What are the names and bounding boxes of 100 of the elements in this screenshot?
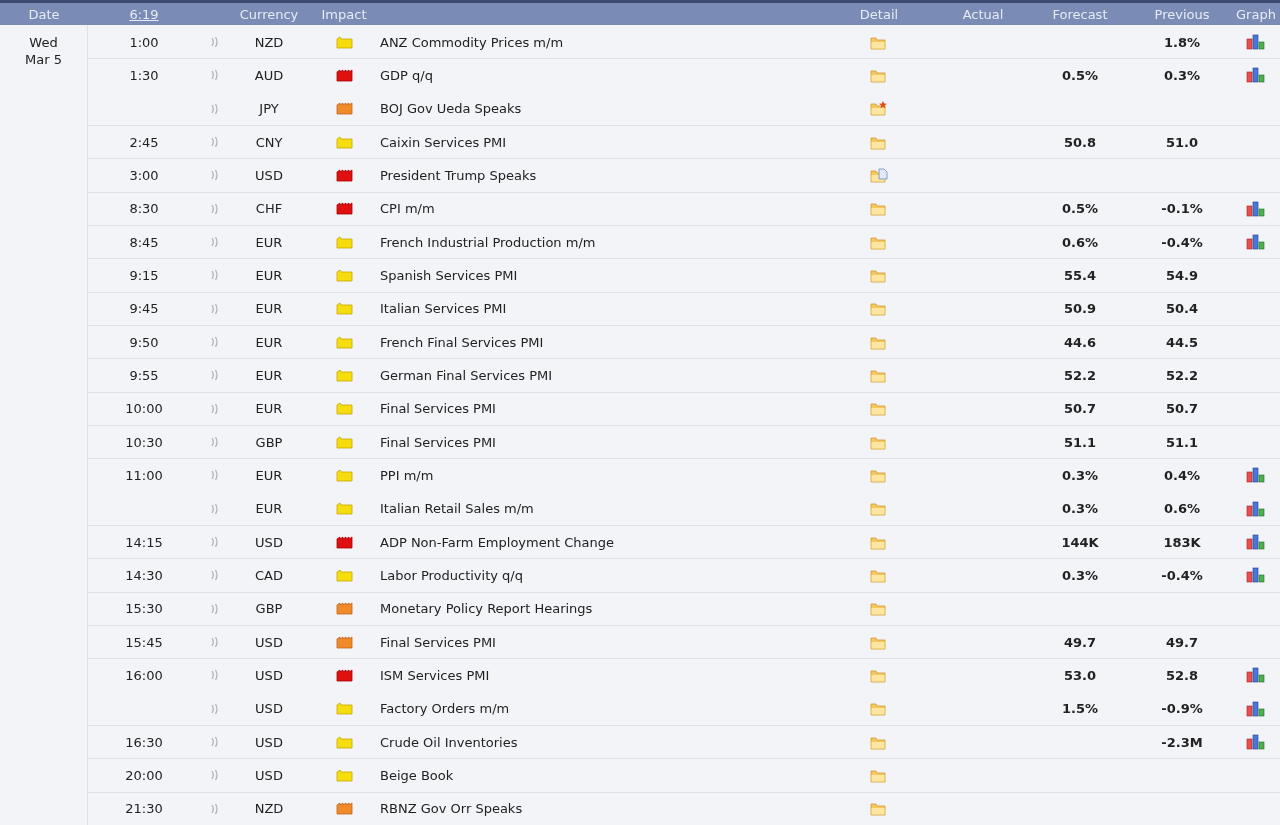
sound-icon[interactable]: [211, 169, 219, 182]
folder-icon[interactable]: [870, 801, 888, 817]
bar-chart-icon[interactable]: [1246, 200, 1266, 217]
folder-icon[interactable]: [870, 234, 888, 250]
event-cell[interactable]: RBNZ Gov Orr Speaks: [380, 801, 523, 817]
bar-chart-icon[interactable]: [1246, 667, 1266, 684]
event-cell[interactable]: BOJ Gov Ueda Speaks: [380, 101, 522, 117]
previous-cell: 51.0: [1165, 134, 1199, 150]
event-cell[interactable]: Spanish Services PMI: [380, 267, 518, 283]
column-header: Currency: [238, 6, 300, 22]
folder-icon[interactable]: [870, 134, 888, 150]
bar-chart-icon[interactable]: [1246, 467, 1266, 484]
sound-icon[interactable]: [211, 502, 219, 515]
folder-icon[interactable]: [870, 601, 888, 617]
sound-icon[interactable]: [211, 569, 219, 582]
folder-icon[interactable]: [870, 401, 888, 417]
event-cell[interactable]: Final Services PMI: [380, 401, 496, 417]
sound-icon[interactable]: [211, 636, 219, 649]
folder-icon[interactable]: [870, 701, 888, 717]
bar-chart-icon[interactable]: [1246, 700, 1266, 717]
event-cell[interactable]: Labor Productivity q/q: [380, 567, 523, 583]
folder-icon[interactable]: [870, 367, 888, 383]
time-cell: 11:00: [125, 467, 163, 483]
event-cell[interactable]: ANZ Commodity Prices m/m: [380, 34, 564, 50]
sound-icon[interactable]: [211, 102, 219, 115]
sound-icon[interactable]: [211, 802, 219, 815]
previous-cell: -2.3M: [1161, 734, 1203, 750]
folder-icon[interactable]: [870, 467, 888, 483]
sound-icon[interactable]: [211, 736, 219, 749]
event-cell[interactable]: PPI m/m: [380, 467, 434, 483]
folder-document-icon[interactable]: [870, 167, 888, 183]
event-cell[interactable]: Crude Oil Inventories: [380, 734, 518, 750]
bar-chart-icon[interactable]: [1246, 34, 1266, 51]
column-header: Detail: [858, 6, 900, 22]
sound-icon[interactable]: [211, 136, 219, 149]
time-cell: 10:00: [125, 401, 163, 417]
event-cell[interactable]: Factory Orders m/m: [380, 701, 510, 717]
currency-cell: USD: [255, 667, 283, 683]
folder-icon[interactable]: [870, 267, 888, 283]
currency-cell: AUD: [254, 68, 284, 83]
time-cell: 10:30: [125, 434, 163, 450]
bar-chart-icon[interactable]: [1246, 734, 1266, 751]
sound-icon[interactable]: [211, 69, 219, 82]
folder-icon[interactable]: [870, 501, 888, 517]
sound-icon[interactable]: [211, 36, 219, 49]
event-cell[interactable]: GDP q/q: [380, 68, 433, 83]
folder-icon[interactable]: [870, 34, 888, 50]
folder-icon[interactable]: [870, 734, 888, 750]
sound-icon[interactable]: [211, 236, 219, 249]
time-cell: 14:15: [125, 534, 163, 550]
currency-cell: GBP: [255, 601, 283, 617]
event-cell[interactable]: President Trump Speaks: [380, 167, 537, 183]
sound-icon[interactable]: [211, 536, 219, 549]
sound-icon[interactable]: [211, 369, 219, 382]
event-cell[interactable]: French Final Services PMI: [380, 334, 544, 350]
folder-icon[interactable]: [870, 634, 888, 650]
currency-cell: EUR: [255, 401, 283, 417]
event-cell[interactable]: Monetary Policy Report Hearings: [380, 601, 593, 617]
sound-icon[interactable]: [211, 769, 219, 782]
previous-cell: 49.7: [1165, 634, 1199, 650]
folder-icon[interactable]: [870, 567, 888, 583]
event-cell[interactable]: Caixin Services PMI: [380, 134, 507, 150]
sound-icon[interactable]: [211, 469, 219, 482]
folder-icon[interactable]: [870, 334, 888, 350]
event-cell[interactable]: Final Services PMI: [380, 634, 496, 650]
folder-icon[interactable]: [870, 68, 888, 83]
folder-icon[interactable]: [870, 534, 888, 550]
event-cell[interactable]: Italian Services PMI: [380, 301, 507, 317]
event-cell[interactable]: Italian Retail Sales m/m: [380, 501, 534, 517]
bar-chart-icon[interactable]: [1246, 234, 1266, 251]
sound-icon[interactable]: [211, 402, 219, 415]
event-cell[interactable]: ISM Services PMI: [380, 667, 490, 683]
event-cell[interactable]: French Industrial Production m/m: [380, 234, 596, 250]
sound-icon[interactable]: [211, 202, 219, 215]
forecast-cell: 1.5%: [1061, 701, 1099, 717]
event-cell[interactable]: German Final Services PMI: [380, 367, 553, 383]
time-cell: 15:45: [125, 634, 163, 650]
sound-icon[interactable]: [211, 669, 219, 682]
event-cell[interactable]: ADP Non-Farm Employment Change: [380, 534, 614, 550]
currency-cell: EUR: [255, 367, 283, 383]
sound-icon[interactable]: [211, 702, 219, 715]
bar-chart-icon[interactable]: [1246, 67, 1266, 84]
folder-icon[interactable]: [870, 201, 888, 217]
sound-icon[interactable]: [211, 602, 219, 615]
sound-icon[interactable]: [211, 269, 219, 282]
event-cell[interactable]: Beige Book: [380, 767, 454, 783]
bar-chart-icon[interactable]: [1246, 534, 1266, 551]
bar-chart-icon[interactable]: [1246, 500, 1266, 517]
bar-chart-icon[interactable]: [1246, 567, 1266, 584]
time-cell: 15:30: [125, 601, 163, 617]
folder-icon[interactable]: [870, 667, 888, 683]
folder-icon[interactable]: [870, 301, 888, 317]
sound-icon[interactable]: [211, 436, 219, 449]
folder-icon[interactable]: [870, 767, 888, 783]
sound-icon[interactable]: [211, 302, 219, 315]
sound-icon[interactable]: [211, 336, 219, 349]
folder-star-icon[interactable]: [870, 101, 888, 117]
event-cell[interactable]: Final Services PMI: [380, 434, 496, 450]
event-cell[interactable]: CPI m/m: [380, 201, 435, 217]
folder-icon[interactable]: [870, 434, 888, 450]
